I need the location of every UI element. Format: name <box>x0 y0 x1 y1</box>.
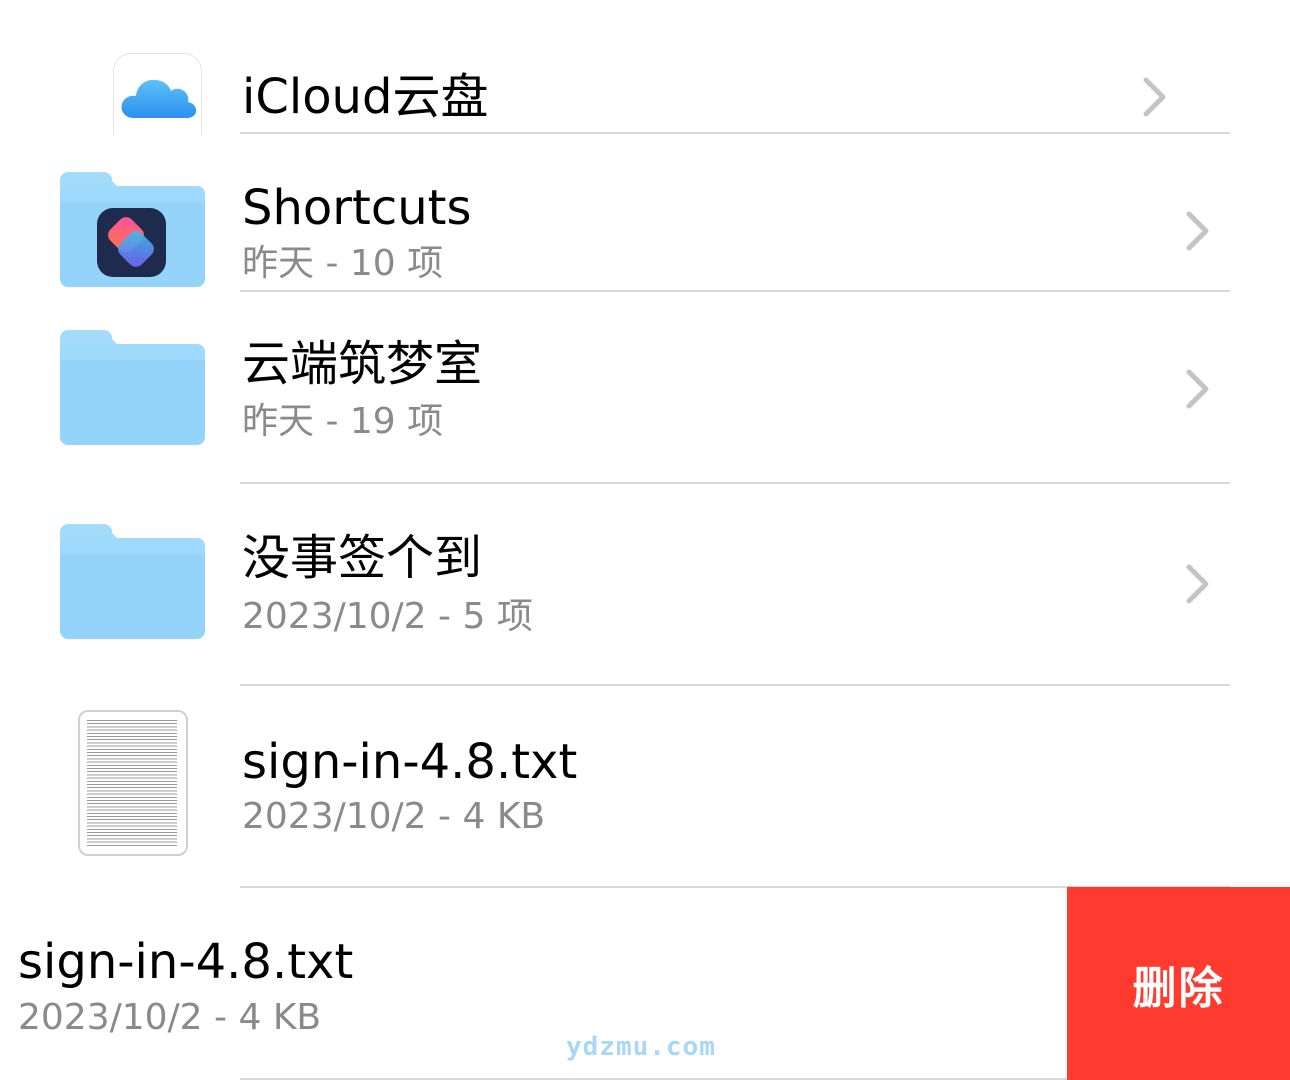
chevron-right-icon <box>1143 77 1166 117</box>
icloud-icon <box>113 53 202 135</box>
chevron-right-icon <box>1186 211 1209 251</box>
txt-file-icon <box>78 710 188 856</box>
list-item-icloud-drive[interactable]: iCloud云盘 <box>0 0 1290 135</box>
item-subtitle: 2023/10/2 - 5 项 <box>242 596 533 637</box>
watermark-text: ydzmu.com <box>566 1032 716 1062</box>
item-title: sign-in-4.8.txt <box>242 734 578 790</box>
delete-button[interactable]: 删除 <box>1067 887 1290 1080</box>
item-subtitle: 昨天 - 19 项 <box>242 401 444 442</box>
folder-icon <box>60 524 205 639</box>
item-title: Shortcuts <box>242 180 472 236</box>
list-item-txt-file[interactable]: sign-in-4.8.txt 2023/10/2 - 4 KB <box>0 686 1290 888</box>
item-title: 没事签个到 <box>242 530 483 586</box>
swiped-item-title: sign-in-4.8.txt <box>18 934 354 990</box>
chevron-right-icon <box>1186 369 1209 409</box>
list-item-folder-qiandao[interactable]: 没事签个到 2023/10/2 - 5 项 <box>0 484 1290 686</box>
shortcuts-folder-icon <box>60 172 205 287</box>
item-title: 云端筑梦室 <box>242 336 483 392</box>
shortcuts-app-icon <box>97 208 166 277</box>
item-subtitle: 昨天 - 10 项 <box>242 243 444 284</box>
list-item-shortcuts[interactable]: Shortcuts 昨天 - 10 项 <box>0 134 1290 292</box>
folder-icon <box>60 330 205 445</box>
chevron-right-icon <box>1186 564 1209 604</box>
item-title: iCloud云盘 <box>242 69 489 125</box>
swiped-item-subtitle: 2023/10/2 - 4 KB <box>18 997 322 1038</box>
item-subtitle: 2023/10/2 - 4 KB <box>242 796 546 837</box>
list-item-folder-yunduan[interactable]: 云端筑梦室 昨天 - 19 项 <box>0 292 1290 484</box>
